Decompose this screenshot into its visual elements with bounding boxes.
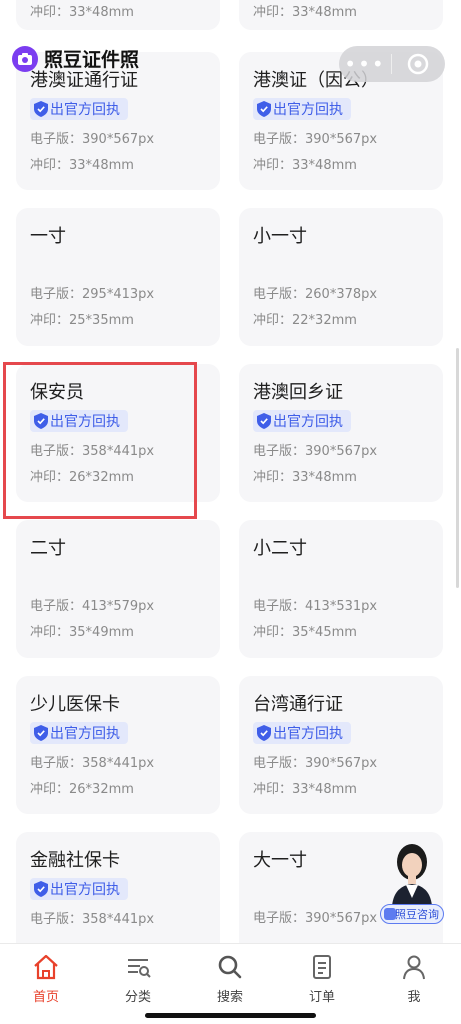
card-title: 少儿医保卡	[30, 694, 120, 715]
search-icon	[184, 952, 276, 982]
print-spec: 冲印：35*45mm	[253, 625, 357, 640]
electronic-spec: 电子版：358*441px	[30, 912, 155, 927]
highlight-box	[3, 362, 197, 519]
print-spec: 冲印：33*48mm	[30, 158, 134, 173]
tab-search-label: 搜索	[216, 990, 243, 1005]
official-receipt-badge: 出官方回执	[253, 722, 351, 744]
tab-profile[interactable]: 我	[368, 952, 460, 1005]
tab-category-label: 分类	[124, 990, 151, 1005]
photo-spec-card[interactable]: 台湾通行证出官方回执电子版：390*567px 冲印：33*48mm	[239, 676, 443, 814]
official-receipt-badge: 出官方回执	[253, 410, 351, 432]
profile-icon	[368, 952, 460, 982]
photo-spec-card[interactable]: 小二寸电子版：413*531px 冲印：35*45mm	[239, 520, 443, 658]
official-receipt-badge: 出官方回执	[253, 98, 351, 120]
badge-label: 出官方回执	[273, 102, 343, 118]
electronic-spec: 电子版：390*567px	[253, 444, 378, 459]
badge-spacer	[30, 254, 220, 276]
official-receipt-badge: 出官方回执	[30, 722, 128, 744]
consult-float-button[interactable]: 照豆咨询	[380, 842, 446, 934]
mini-program-capsule[interactable]: •••	[339, 46, 445, 82]
print-spec: 冲印：33*48mm	[253, 782, 357, 797]
shield-check-icon	[34, 881, 50, 897]
photo-spec-card[interactable]: 小一寸电子版：260*378px 冲印：22*32mm	[239, 208, 443, 346]
card-title: 二寸	[30, 538, 66, 559]
photo-spec-card[interactable]: 港澳证通行证 出官方回执 电子版：390*567px 冲印：33*48mm	[16, 52, 220, 190]
photo-spec-card[interactable]: 二寸电子版：413*579px 冲印：35*49mm	[16, 520, 220, 658]
camera-logo-icon	[12, 45, 38, 72]
card-title: 金融社保卡	[30, 850, 120, 871]
consult-label-text: 照豆咨询	[395, 908, 439, 921]
print-spec: 冲印：33*48mm	[30, 5, 134, 20]
shield-check-icon	[257, 725, 273, 741]
tab-orders[interactable]: 订单	[276, 952, 368, 1005]
app-header: 照豆证件照	[12, 45, 139, 72]
scrollbar[interactable]	[456, 348, 459, 588]
category-icon	[92, 952, 184, 982]
card-title: 小二寸	[253, 538, 307, 559]
card-title: 一寸	[30, 226, 66, 247]
electronic-spec: 电子版：358*441px	[30, 756, 155, 771]
print-spec: 冲印：22*32mm	[253, 313, 357, 328]
badge-label: 出官方回执	[50, 882, 120, 898]
shield-check-icon	[257, 413, 273, 429]
home-indicator	[145, 1013, 316, 1018]
shield-check-icon	[257, 101, 273, 117]
official-receipt-badge: 出官方回执	[30, 878, 128, 900]
badge-label: 出官方回执	[273, 726, 343, 742]
consult-label[interactable]: 照豆咨询	[380, 904, 444, 924]
chat-bubble-icon	[384, 908, 396, 920]
electronic-spec: 电子版：413*579px	[30, 599, 155, 614]
shield-check-icon	[34, 725, 50, 741]
print-spec: 冲印：33*48mm	[253, 5, 357, 20]
print-spec: 冲印：25*35mm	[30, 313, 134, 328]
tab-orders-label: 订单	[308, 990, 335, 1005]
badge-label: 出官方回执	[50, 102, 120, 118]
badge-label: 出官方回执	[50, 726, 120, 742]
print-spec: 冲印：26*32mm	[30, 782, 134, 797]
electronic-spec: 电子版：413*531px	[253, 599, 378, 614]
tab-home-label: 首页	[32, 990, 59, 1005]
shield-check-icon	[34, 101, 50, 117]
photo-spec-card[interactable]: 少儿医保卡出官方回执电子版：358*441px 冲印：26*32mm	[16, 676, 220, 814]
electronic-spec: 电子版：260*378px	[253, 287, 378, 302]
consultant-avatar	[390, 842, 434, 906]
badge-spacer	[253, 566, 443, 588]
photo-spec-card[interactable]: 冲印：33*48mm	[239, 0, 443, 30]
print-spec: 冲印：33*48mm	[253, 158, 357, 173]
card-title: 小一寸	[253, 226, 307, 247]
home-icon	[0, 952, 92, 982]
official-receipt-badge: 出官方回执	[30, 98, 128, 120]
badge-spacer	[30, 566, 220, 588]
electronic-spec: 电子版：295*413px	[30, 287, 155, 302]
more-dots-icon[interactable]: •••	[339, 46, 391, 82]
print-spec: 冲印：35*49mm	[30, 625, 134, 640]
print-spec: 冲印：33*48mm	[253, 470, 357, 485]
app-name: 照豆证件照	[44, 49, 140, 71]
card-title: 港澳回乡证	[253, 382, 343, 403]
electronic-spec: 电子版：390*567px	[253, 756, 378, 771]
photo-spec-card[interactable]: 一寸电子版：295*413px 冲印：25*35mm	[16, 208, 220, 346]
electronic-spec: 电子版：390*567px	[30, 132, 155, 147]
photo-spec-card[interactable]: 冲印：33*48mm	[16, 0, 220, 30]
badge-spacer	[253, 254, 443, 276]
tab-search[interactable]: 搜索	[184, 952, 276, 1005]
photo-spec-card[interactable]: 港澳回乡证出官方回执电子版：390*567px 冲印：33*48mm	[239, 364, 443, 502]
badge-label: 出官方回执	[273, 414, 343, 430]
close-circle-icon[interactable]	[392, 52, 444, 76]
electronic-spec: 电子版：390*567px	[253, 132, 378, 147]
card-title: 台湾通行证	[253, 694, 343, 715]
tab-profile-label: 我	[407, 990, 421, 1005]
tab-home[interactable]: 首页	[0, 952, 92, 1005]
order-icon	[276, 952, 368, 982]
tab-category[interactable]: 分类	[92, 952, 184, 1005]
bottom-tab-bar: 首页 分类 搜索 订单 我	[0, 943, 461, 1024]
